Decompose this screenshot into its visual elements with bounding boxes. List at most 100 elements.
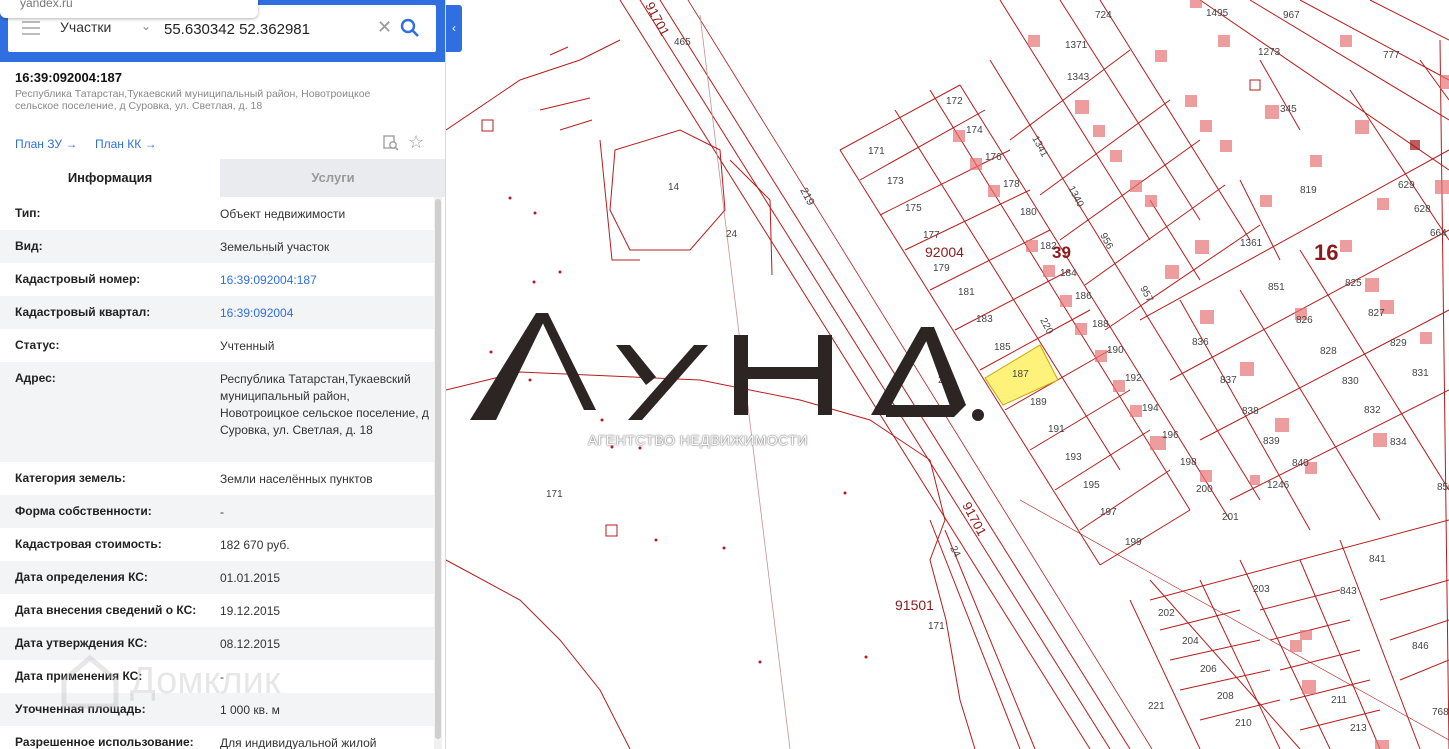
svg-text:39: 39 [1052,243,1071,262]
svg-text:16: 16 [1314,240,1338,265]
table-row: Кадастровый номер: 16:39:092004:187 [0,263,434,296]
svg-text:175: 175 [905,203,922,214]
tab-services[interactable]: Услуги [220,159,445,197]
svg-text:220: 220 [1037,316,1055,336]
svg-text:768: 768 [1432,707,1449,718]
svg-text:834: 834 [1390,437,1407,448]
svg-text:192: 192 [1125,373,1142,384]
table-row: Категория земель: Земли населённых пункто… [0,462,434,495]
svg-text:219: 219 [797,186,816,208]
svg-text:1361: 1361 [1240,238,1263,249]
star-icon[interactable]: ☆ [408,132,424,153]
svg-text:195: 195 [1083,480,1100,491]
svg-text:831: 831 [1412,368,1429,379]
property-key: Дата определения КС: [15,570,148,584]
svg-text:206: 206 [1200,664,1217,675]
svg-text:198: 198 [1180,457,1197,468]
svg-text:193: 193 [1065,452,1082,463]
svg-text:465: 465 [674,37,691,48]
plan-zu-link[interactable]: План ЗУ → [15,137,77,151]
property-key: Категория земель: [15,471,126,485]
svg-text:1246: 1246 [1267,480,1290,491]
menu-icon[interactable] [22,21,40,35]
svg-text:1341: 1341 [1029,134,1049,159]
table-row: Адрес: Республика Татарстан,Тукаевский му… [0,362,434,462]
svg-text:172: 172 [946,96,963,107]
object-address: Республика Татарстан,Тукаевский муниципа… [15,88,371,112]
svg-text:171: 171 [546,489,563,500]
svg-text:204: 204 [1182,636,1199,647]
property-value: Земли населённых пунктов [220,472,373,486]
svg-text:629: 629 [1398,180,1415,191]
property-key: Форма собственности: [15,504,152,518]
svg-text:836: 836 [1192,337,1209,348]
svg-text:777: 777 [1383,50,1400,61]
search-icon[interactable] [400,18,420,38]
svg-text:181: 181 [958,287,975,298]
svg-text:840: 840 [1292,458,1309,469]
svg-text:1343: 1343 [1067,72,1090,83]
property-key: Адрес: [15,371,56,385]
property-value: 01.01.2015 [220,571,281,585]
svg-text:184: 184 [1060,268,1077,279]
collapse-panel-button[interactable]: ‹ [446,5,462,52]
table-row: Форма собственности: - [0,495,434,528]
svg-text:828: 828 [1320,346,1337,357]
svg-text:91701: 91701 [642,0,672,38]
property-value: Учтенный [220,339,275,353]
svg-text:202: 202 [1158,608,1175,619]
svg-text:179: 179 [933,263,950,274]
yandex-tab[interactable]: yandex.ru [0,0,258,18]
svg-text:201: 201 [1222,512,1239,523]
property-key: Кадастровый номер: [15,272,141,286]
svg-text:1495: 1495 [1206,8,1229,19]
svg-text:956: 956 [1097,231,1115,251]
tab-information[interactable]: Информация [0,159,220,197]
scrollbar-thumb[interactable] [435,199,441,739]
svg-text:628: 628 [1414,204,1431,215]
svg-text:203: 203 [1253,584,1270,595]
cadastral-number-link[interactable]: 16:39:092004:187 [220,272,430,289]
cadastral-quarter-link[interactable]: 16:39:092004 [220,305,430,322]
svg-text:189: 189 [1030,397,1047,408]
svg-text:829: 829 [1390,338,1407,349]
svg-text:724: 724 [1095,10,1112,21]
svg-text:196: 196 [1162,430,1179,441]
svg-text:174: 174 [966,125,983,136]
svg-text:91501: 91501 [895,597,934,613]
domclick-logo-icon [61,654,119,709]
search-input[interactable] [164,15,374,43]
svg-text:191: 191 [1048,424,1065,435]
svg-text:839: 839 [1263,436,1280,447]
svg-text:188: 188 [1092,319,1109,330]
document-zoom-icon[interactable] [383,135,399,151]
svg-text:851: 851 [1268,282,1285,293]
svg-text:213: 213 [1350,723,1367,734]
svg-text:171: 171 [868,146,885,157]
svg-text:171: 171 [928,621,945,632]
table-row: Тип: Объект недвижимости [0,197,434,230]
property-key: Статус: [15,338,60,352]
svg-text:176: 176 [985,152,1002,163]
svg-text:24: 24 [726,229,738,240]
svg-text:92004: 92004 [925,244,964,260]
svg-text:843: 843 [1340,586,1357,597]
property-value: - [220,505,224,519]
chevron-down-icon[interactable]: ⌄ [141,19,151,33]
svg-text:178: 178 [1003,179,1020,190]
close-icon[interactable]: ✕ [377,17,392,38]
domclick-text: Домклик [130,660,281,702]
svg-text:664: 664 [1430,228,1447,239]
svg-text:187: 187 [1012,369,1029,380]
svg-text:200: 200 [1196,484,1213,495]
agency-watermark-text: АГЕНТСТВО НЕДВИЖИМОСТИ [588,432,808,448]
svg-text:199: 199 [1125,537,1142,548]
yandex-tab-label: yandex.ru [20,0,73,10]
table-row: Кадастровая стоимость: 182 670 руб. [0,528,434,561]
scrollbar[interactable] [434,197,442,749]
property-key: Кадастровый квартал: [15,305,151,319]
svg-text:173: 173 [887,176,904,187]
layer-select[interactable]: Участки [60,19,111,35]
domclick-watermark: Домклик [60,654,340,710]
plan-kk-link[interactable]: План КК → [95,137,157,151]
